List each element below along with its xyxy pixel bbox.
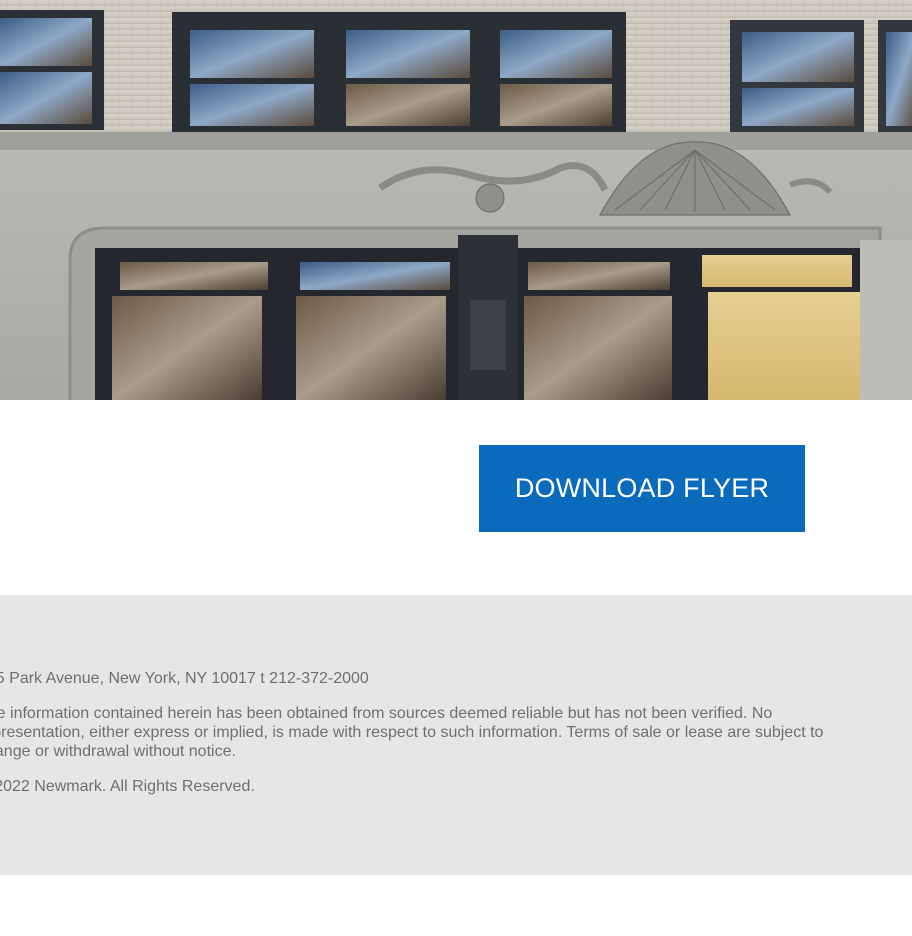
footer-disclaimer: The information contained herein has bee… [0,704,912,761]
disclaimer-line: representation, either express or implie… [0,724,824,741]
footer: 125 Park Avenue, New York, NY 10017 t 21… [0,595,912,875]
download-flyer-button[interactable]: DOWNLOAD FLYER [479,445,805,532]
footer-content: 125 Park Avenue, New York, NY 10017 t 21… [0,669,912,812]
email-page: DOWNLOAD FLYER 125 Park Avenue, New York… [0,0,912,936]
footer-address: 125 Park Avenue, New York, NY 10017 t 21… [0,670,369,687]
footer-copyright: © 2022 Newmark. All Rights Reserved. [0,778,255,795]
disclaimer-line: change or withdrawal without notice. [0,743,236,760]
cta-container: DOWNLOAD FLYER [479,445,805,532]
building-facade-image [0,0,912,400]
disclaimer-line: The information contained herein has bee… [0,705,773,722]
